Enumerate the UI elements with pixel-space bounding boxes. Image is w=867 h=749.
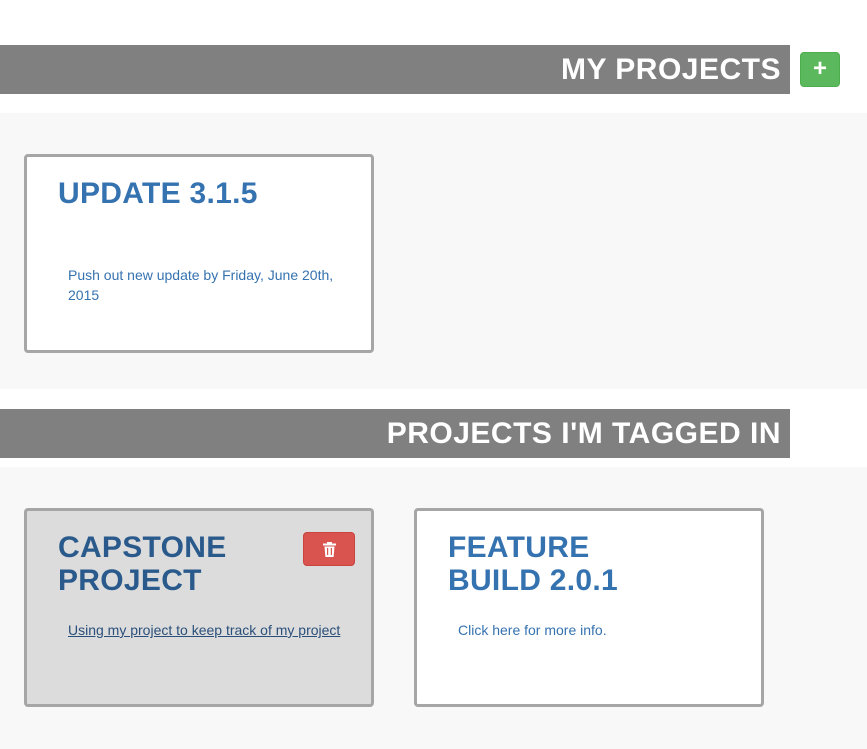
project-card-capstone[interactable]: CAPSTONE PROJECT Using my project to kee… <box>24 508 374 707</box>
project-description: Push out new update by Friday, June 20th… <box>68 267 334 303</box>
project-title: CAPSTONE PROJECT <box>58 531 227 597</box>
my-projects-header: MY PROJECTS <box>0 45 790 94</box>
add-project-button[interactable]: + <box>800 52 840 87</box>
project-card-feature-build[interactable]: FEATURE BUILD 2.0.1 Click here for more … <box>414 508 764 707</box>
project-description: Click here for more info. <box>458 622 607 638</box>
project-card-update[interactable]: UPDATE 3.1.5 Push out new update by Frid… <box>24 154 374 353</box>
trash-icon <box>322 541 336 557</box>
project-title: UPDATE 3.1.5 <box>58 177 258 210</box>
tagged-projects-header: PROJECTS I'M TAGGED IN <box>0 409 790 458</box>
my-projects-title: MY PROJECTS <box>561 53 781 86</box>
project-description-link[interactable]: Using my project to keep track of my pro… <box>68 620 358 640</box>
delete-project-button[interactable] <box>303 532 355 566</box>
tagged-projects-title: PROJECTS I'M TAGGED IN <box>386 417 781 450</box>
project-title: FEATURE BUILD 2.0.1 <box>448 531 619 597</box>
